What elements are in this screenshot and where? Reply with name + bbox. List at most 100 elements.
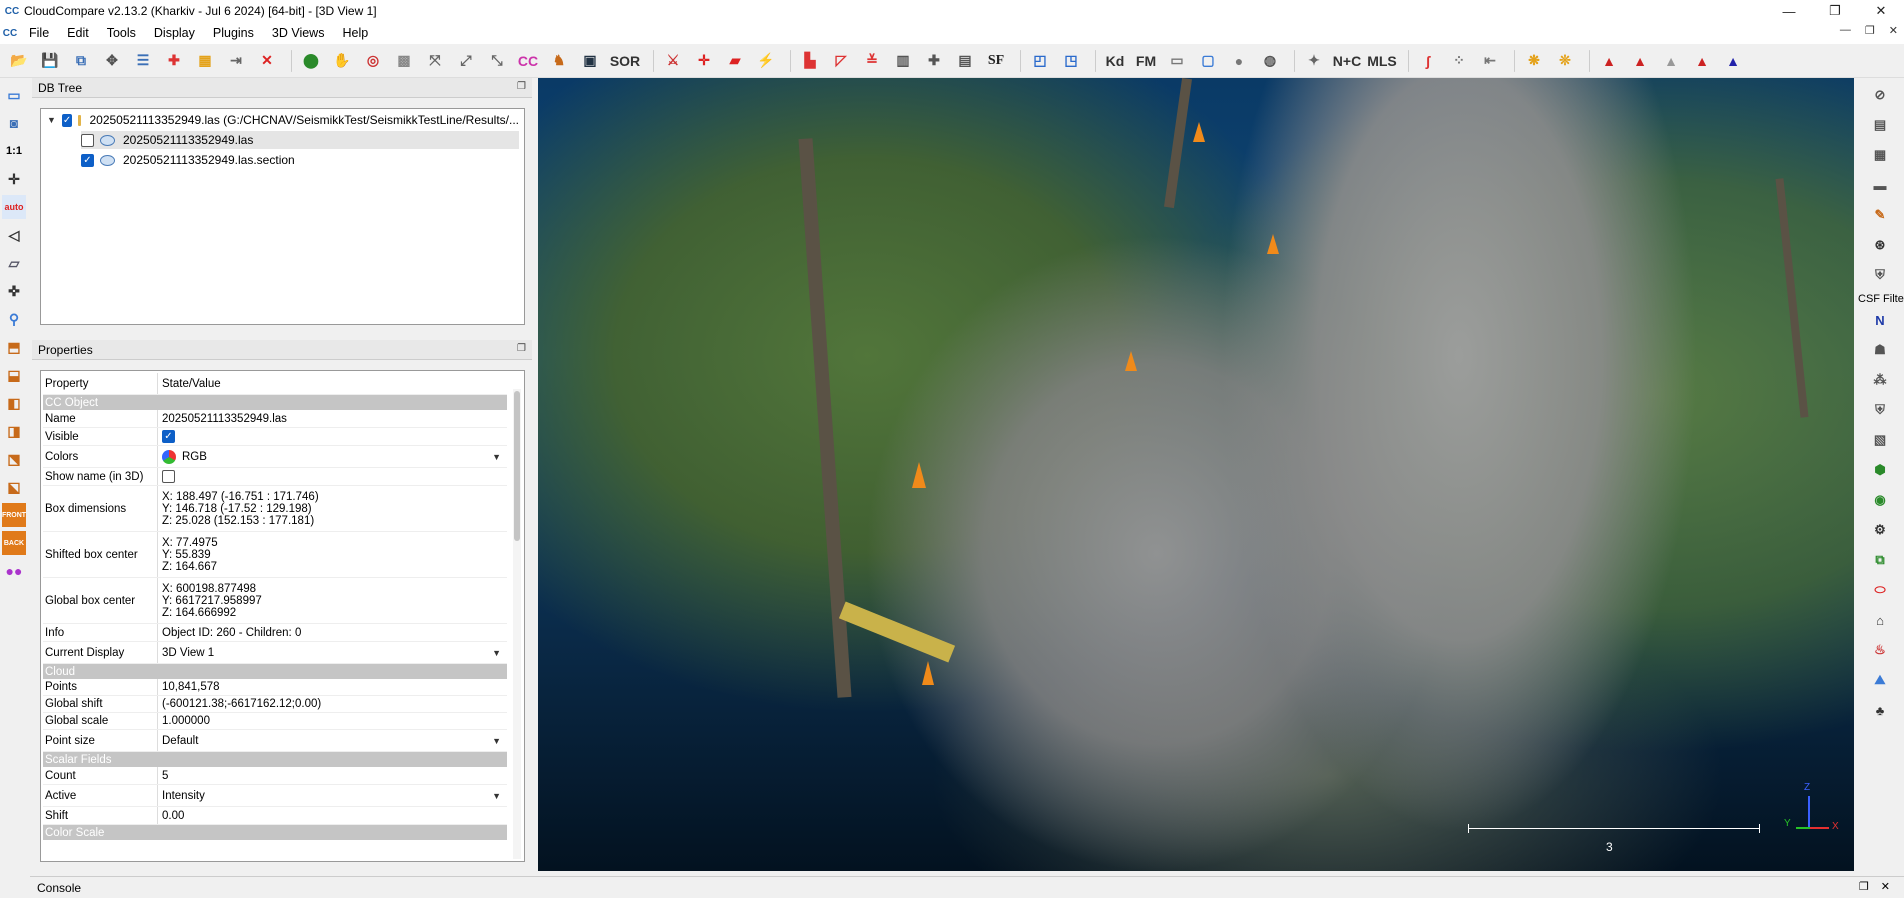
open-icon[interactable]: 📂	[6, 48, 32, 74]
merge-icon[interactable]: ▦	[192, 48, 218, 74]
train-icon[interactable]: ❋	[1521, 48, 1547, 74]
iso-front-button[interactable]: FRONT	[2, 503, 26, 527]
noise-icon[interactable]: ▩	[391, 48, 417, 74]
ransac-icon-3[interactable]: ▲	[1658, 48, 1684, 74]
scrollbar-thumb[interactable]	[514, 391, 520, 541]
view-front-icon[interactable]: ⬓	[2, 363, 26, 387]
crop-icon[interactable]: ✋	[329, 48, 355, 74]
add-sf-icon[interactable]: ✚	[921, 48, 947, 74]
sf-filter-icon[interactable]: ▥	[890, 48, 916, 74]
document-icon[interactable]: CC	[0, 28, 20, 39]
cross-section-icon[interactable]: ✛	[691, 48, 717, 74]
sor-filter-button[interactable]: SOR	[608, 48, 642, 74]
close-button[interactable]: ✕	[1858, 0, 1904, 22]
display-icon[interactable]: ▢	[1195, 48, 1221, 74]
sphere-icon[interactable]: ●	[1226, 48, 1252, 74]
plane-icon[interactable]: ▰	[722, 48, 748, 74]
tree-item-section[interactable]: ✓ 20250521113352949.las.section	[81, 151, 519, 169]
mdi-close-button[interactable]: ✕	[1889, 24, 1898, 37]
shield-icon[interactable]: ⛨	[1867, 263, 1893, 287]
save-all-icon[interactable]: ⧉	[68, 48, 94, 74]
sf-button[interactable]: SF	[983, 48, 1009, 74]
view-right-icon[interactable]: ◨	[2, 419, 26, 443]
restore-button[interactable]: ❐	[1812, 0, 1858, 22]
colors-dropdown[interactable]: RGB ▼	[162, 446, 507, 467]
float-panel-icon[interactable]: ❐	[1859, 880, 1869, 893]
auto-pivot-button[interactable]: auto	[2, 195, 26, 219]
menu-display[interactable]: Display	[145, 26, 204, 40]
tree-item-las[interactable]: 20250521113352949.las	[81, 131, 519, 149]
ellipse-icon[interactable]: ⬭	[1867, 578, 1893, 602]
view-top-icon[interactable]: ⬒	[2, 335, 26, 359]
shield-icon[interactable]: ⛨	[1867, 398, 1893, 422]
show-name-checkbox[interactable]	[162, 470, 175, 483]
segment-icon[interactable]: ⬤	[298, 48, 324, 74]
facet-button[interactable]: FM	[1133, 48, 1159, 74]
tree-item-las-checkbox[interactable]	[81, 133, 94, 147]
scatter-icon[interactable]: ⁘	[1446, 48, 1472, 74]
mountain-icon[interactable]: ⛰	[1867, 668, 1893, 692]
csf-filter-label[interactable]: CSF Filte	[1858, 293, 1904, 305]
polyline-icon[interactable]: ʃ	[1415, 48, 1441, 74]
ransac-icon-1[interactable]: ▲	[1596, 48, 1622, 74]
trees-icon[interactable]: ♣	[1867, 698, 1893, 722]
close-icon[interactable]: ✕	[1881, 880, 1890, 893]
align-icon[interactable]: ⤧	[422, 48, 448, 74]
float-panel-icon[interactable]: ❐	[517, 343, 526, 354]
ransac-icon-5[interactable]: ▲	[1720, 48, 1746, 74]
arch-icon[interactable]: ⌂	[1867, 608, 1893, 632]
canupo-create-icon[interactable]: ◰	[1027, 48, 1053, 74]
active-sf-dropdown[interactable]: Intensity ▼	[162, 785, 507, 806]
tree-root-row[interactable]: ▼ ✓ 20250521113352949.las (G:/CHCNAV/Sei…	[47, 111, 519, 129]
view-iso-icon[interactable]: ⬕	[2, 475, 26, 499]
gradient-icon[interactable]: ◸	[828, 48, 854, 74]
fire-icon[interactable]: ♞	[546, 48, 572, 74]
visible-checkbox[interactable]: ✓	[162, 430, 175, 443]
rsd-icon[interactable]: ◉	[1867, 488, 1893, 512]
mdi-minimize-button[interactable]: —	[1840, 24, 1851, 37]
ransac-icon-2[interactable]: ▲	[1627, 48, 1653, 74]
menu-3d-views[interactable]: 3D Views	[263, 26, 334, 40]
min-max-icon[interactable]: ≚	[859, 48, 885, 74]
subsample-icon[interactable]: ⇥	[223, 48, 249, 74]
minimize-button[interactable]: —	[1766, 0, 1812, 22]
zoom-1-1-button[interactable]: 1:1	[2, 139, 26, 163]
3d-view[interactable]: 3 Z X Y	[538, 78, 1854, 871]
ransac-icon-4[interactable]: ▲	[1689, 48, 1715, 74]
monitor-icon[interactable]: ▭	[2, 83, 26, 107]
console-bar[interactable]: Console ❐ ✕	[30, 876, 1904, 898]
tree-root-checkbox[interactable]: ✓	[61, 113, 73, 127]
brush-icon[interactable]: ✎	[1867, 203, 1893, 227]
export-icon[interactable]: ⇤	[1477, 48, 1503, 74]
clapper-icon[interactable]: ▬	[1867, 173, 1893, 197]
zoom-icon[interactable]: ⚲	[2, 307, 26, 331]
list-icon[interactable]: ☰	[130, 48, 156, 74]
view-left-icon[interactable]: ◧	[2, 391, 26, 415]
compass-icon[interactable]: ⊛	[1867, 233, 1893, 257]
nc-button[interactable]: N+C	[1332, 48, 1362, 74]
view-bottom-icon[interactable]: ⬔	[2, 447, 26, 471]
properties-scrollbar[interactable]	[513, 389, 521, 859]
cc-icon[interactable]: CC	[515, 48, 541, 74]
stereo-icon[interactable]: ●●	[2, 559, 26, 583]
kd-tree-button[interactable]: Kd	[1102, 48, 1128, 74]
iso-back-button[interactable]: BACK	[2, 531, 26, 555]
delete-icon[interactable]: ✕	[254, 48, 280, 74]
globe-icon[interactable]: ◍	[1257, 48, 1283, 74]
menu-file[interactable]: File	[20, 26, 58, 40]
north-button[interactable]: N	[1867, 308, 1893, 332]
current-display-dropdown[interactable]: 3D View 1 ▼	[162, 642, 507, 663]
register-icon[interactable]: ⤢	[453, 48, 479, 74]
menu-help[interactable]: Help	[333, 26, 377, 40]
fire-icon[interactable]: ♨	[1867, 638, 1893, 662]
calculator-icon[interactable]: ▤	[952, 48, 978, 74]
mls-button[interactable]: MLS	[1367, 48, 1397, 74]
object-view-icon[interactable]: ▱	[2, 251, 26, 275]
checkerboard-icon[interactable]: ▣	[577, 48, 603, 74]
hexagon-icon[interactable]: ⬢	[1867, 458, 1893, 482]
collapse-arrow-icon[interactable]: ▼	[47, 115, 56, 125]
layers-icon[interactable]: ⧉	[1867, 548, 1893, 572]
save-icon[interactable]: 💾	[37, 48, 63, 74]
pivot-icon[interactable]: ✛	[2, 167, 26, 191]
sample-icon[interactable]: ◎	[360, 48, 386, 74]
